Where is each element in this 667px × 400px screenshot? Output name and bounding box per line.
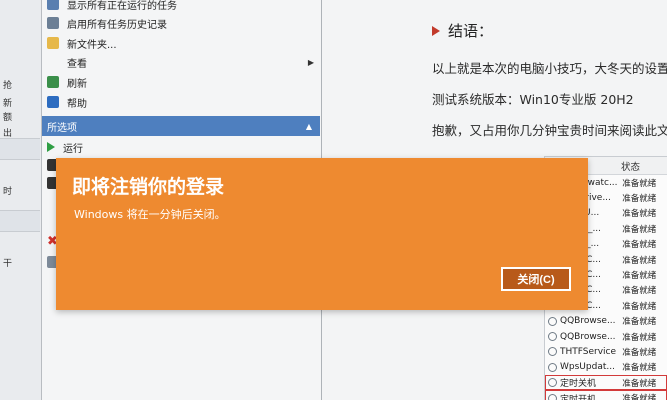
left-panel-bar	[0, 138, 40, 160]
menu-item-label: 运行	[63, 143, 83, 155]
left-panel-bar	[0, 210, 40, 232]
task-status: 准备就绪	[622, 224, 657, 235]
task-status: 准备就绪	[622, 394, 657, 400]
column-header-status[interactable]: 状态	[621, 159, 667, 173]
task-status: 准备就绪	[622, 178, 657, 189]
task-name: QQBrowse...	[560, 316, 616, 327]
menu-item-label: 查看	[67, 58, 87, 70]
article-paragraph: 测试系统版本：Win10专业版 20H2	[432, 92, 634, 107]
task-name: 定时开机	[560, 394, 597, 400]
conclusion-heading: 结语：	[432, 20, 493, 41]
task-status: 准备就绪	[622, 240, 657, 251]
left-window-edge: 抢 新 额 出 时 干	[0, 0, 42, 400]
task-gear-icon	[548, 378, 557, 388]
task-status: 准备就绪	[622, 378, 657, 389]
task-status: 准备就绪	[622, 363, 657, 374]
task-name: 定时关机	[560, 379, 597, 390]
folder-icon	[47, 37, 59, 49]
menu-item-enable-history[interactable]: 启用所有任务历史记录	[42, 13, 320, 33]
task-status: 准备就绪	[622, 347, 657, 358]
task-gear-icon	[548, 362, 557, 372]
task-status: 准备就绪	[622, 332, 657, 343]
dialog-message: Windows 将在一分钟后关闭。	[74, 208, 226, 221]
menu-item-run[interactable]: 运行	[42, 137, 320, 157]
left-fragment: 抢	[3, 81, 13, 91]
article-paragraph: 以上就是本次的电脑小技巧，大冬天的设置一	[432, 61, 667, 76]
refresh-icon	[47, 76, 59, 88]
collapse-caret-icon: ▲	[305, 121, 312, 131]
submenu-arrow-icon: ▶	[307, 57, 314, 67]
article-paragraph: 抱歉，又占用你几分钟宝贵时间来阅读此文	[432, 123, 667, 138]
table-row[interactable]: QQBrowse... 准备就绪	[545, 329, 667, 344]
task-gear-icon	[548, 393, 557, 400]
task-status: 准备就绪	[622, 286, 657, 297]
section-label: 所选项	[47, 122, 77, 134]
menu-item-new-folder[interactable]: 新文件夹...	[42, 33, 320, 53]
task-status: 准备就绪	[622, 271, 657, 282]
menu-item-help[interactable]: 帮助	[42, 92, 320, 112]
heading-text: 结语：	[448, 22, 494, 40]
menu-item-label: 显示所有正在运行的任务	[67, 0, 177, 12]
left-fragment: 额	[3, 113, 13, 123]
dialog-title: 即将注销你的登录	[72, 176, 225, 198]
task-gear-icon	[548, 332, 557, 342]
table-row[interactable]: THTFService 准备就绪	[545, 344, 667, 359]
selected-item-section-header[interactable]: 所选项 ▲	[42, 116, 320, 136]
task-status: 准备就绪	[622, 317, 657, 328]
task-gear-icon	[548, 316, 557, 326]
menu-item-label: 刷新	[67, 78, 87, 90]
task-name: THTFService	[560, 346, 617, 357]
task-status: 准备就绪	[622, 209, 657, 220]
run-icon	[47, 142, 55, 152]
left-fragment: 新	[3, 99, 13, 109]
task-name: WpsUpdat...	[560, 362, 615, 373]
task-list-icon	[47, 0, 59, 10]
task-status: 准备就绪	[622, 301, 657, 312]
table-row[interactable]: WpsUpdat... 准备就绪	[545, 360, 667, 375]
task-gear-icon	[548, 347, 557, 357]
menu-item-show-running[interactable]: 显示所有正在运行的任务	[42, 0, 320, 14]
history-icon	[47, 17, 59, 29]
task-name: QQBrowse...	[560, 331, 616, 342]
view-icon	[47, 56, 59, 68]
help-icon	[47, 96, 59, 108]
menu-item-label: 新文件夹...	[67, 39, 117, 51]
task-status: 准备就绪	[622, 255, 657, 266]
menu-item-label: 帮助	[67, 98, 87, 110]
table-row[interactable]: 定时开机 准备就绪	[545, 390, 667, 400]
menu-item-refresh[interactable]: 刷新	[42, 72, 320, 92]
menu-item-label: 启用所有任务历史记录	[67, 19, 167, 31]
table-row[interactable]: 定时关机 准备就绪	[545, 375, 667, 391]
sign-out-dialog: 即将注销你的登录 Windows 将在一分钟后关闭。 关闭(C)	[56, 158, 588, 310]
heading-bullet-icon	[432, 25, 440, 36]
left-fragment: 干	[3, 259, 13, 269]
left-fragment: 时	[3, 187, 13, 197]
close-button[interactable]: 关闭(C)	[501, 267, 571, 291]
menu-item-view[interactable]: 查看 ▶	[42, 52, 320, 72]
table-row[interactable]: QQBrowse... 准备就绪	[545, 314, 667, 329]
task-status: 准备就绪	[622, 194, 657, 205]
